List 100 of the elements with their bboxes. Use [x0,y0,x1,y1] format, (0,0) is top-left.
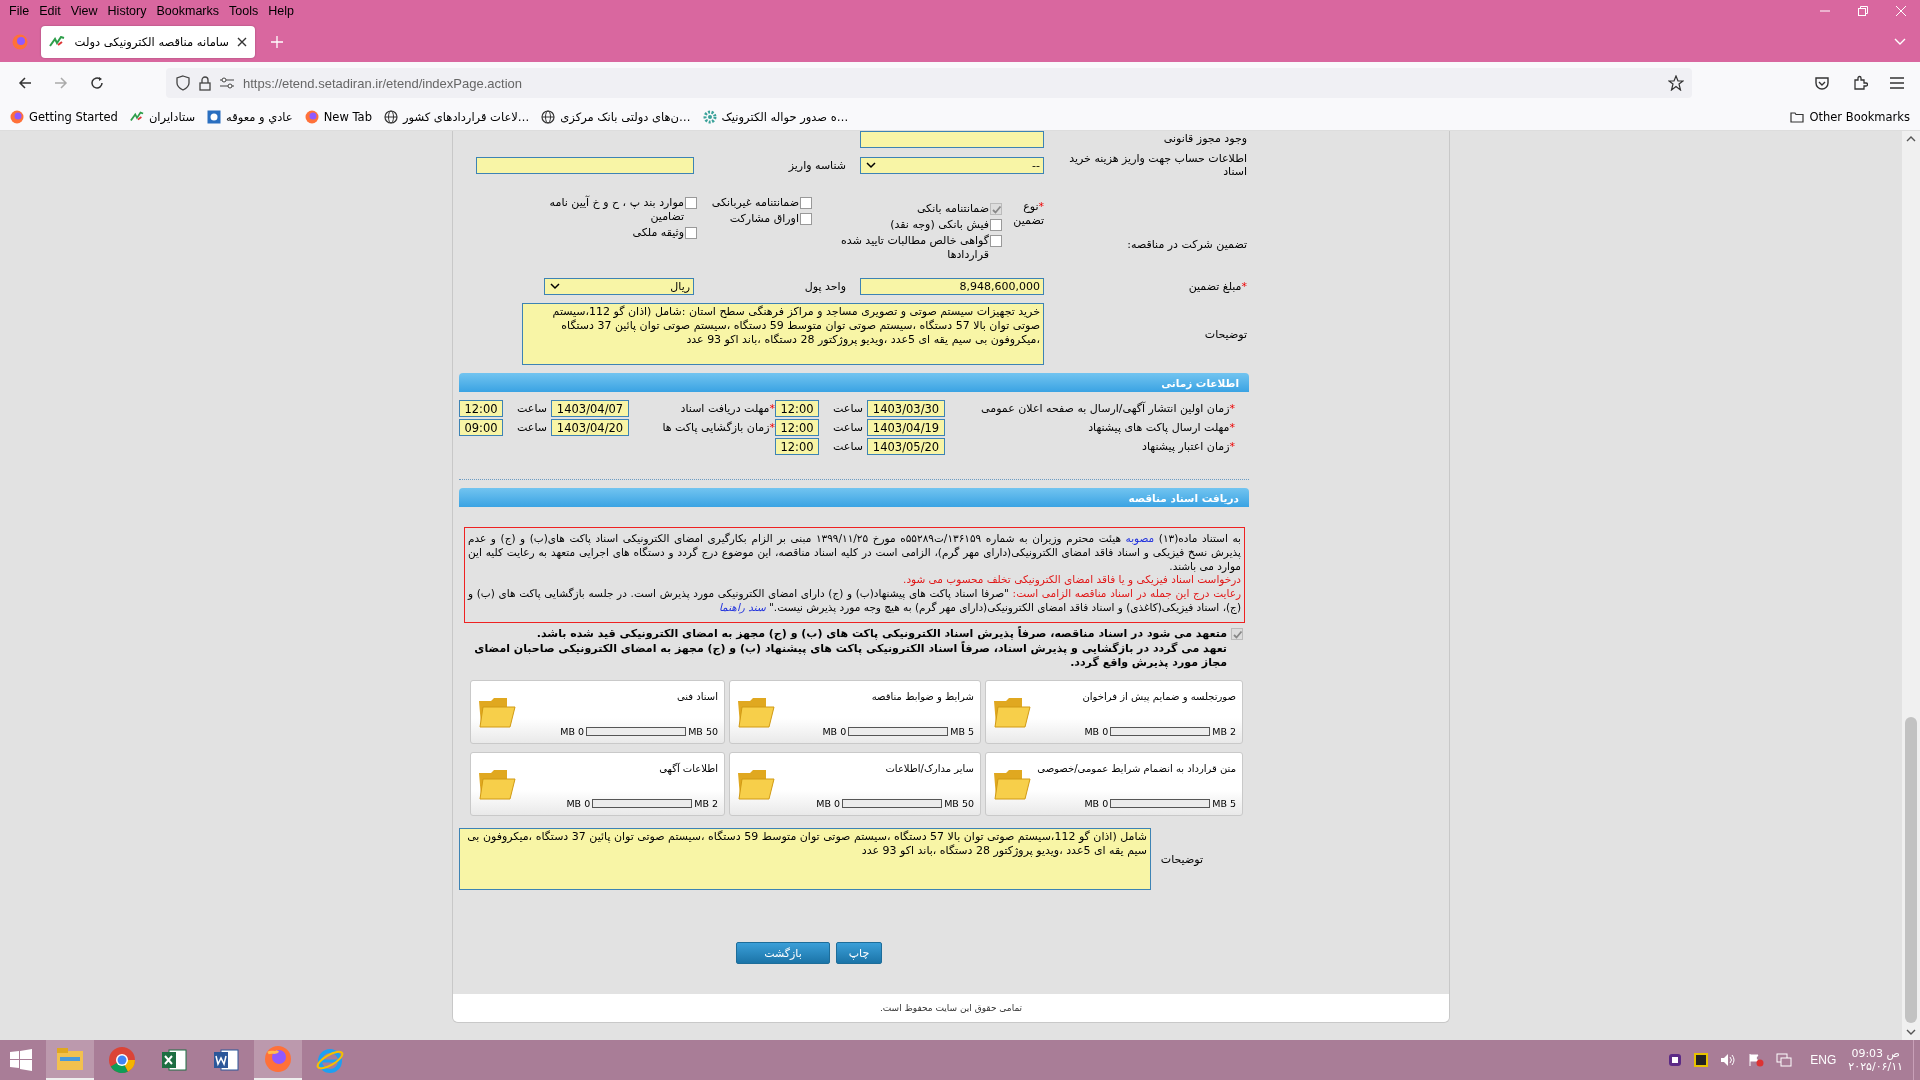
time-field[interactable]: 12:00 [775,400,819,418]
form-button[interactable]: چاپ [836,942,882,965]
time-label: ساعت [832,440,863,454]
size-limit: 5 MB [1212,798,1236,810]
bookmark-item[interactable]: New Tab [304,110,372,124]
lock-icon[interactable] [199,75,211,91]
tray-app-icon[interactable] [1668,1053,1683,1067]
date-field[interactable]: 1403/05/20 [867,438,945,456]
menu-item[interactable]: File [4,4,35,18]
puzzle-icon[interactable] [1852,75,1868,91]
browser-tab[interactable]: سامانه مناقصه الکترونیکی دولت [41,26,255,58]
address-bar[interactable]: https://etend.setadiran.ir/etend/indexPage.action [166,68,1692,98]
file-title: سایر مدارک/اطلاعات [884,763,974,775]
globe-icon [541,110,556,124]
checkbox[interactable] [990,219,1002,232]
time-field[interactable]: 12:00 [459,400,503,418]
menu-icon[interactable] [1890,77,1904,89]
checkbox-label: ضمانتنامه غیربانکی [711,196,799,211]
windows-icon[interactable] [10,1049,32,1071]
field-label: * زمان اولین انتشار آگهی/ارسال به صفحه اعلان عمومی [980,402,1235,416]
size-limit: 50 MB [944,798,974,810]
date-field[interactable]: 1403/03/30 [867,400,945,418]
checkbox[interactable] [800,213,812,226]
size-limit: 50 MB [688,726,718,738]
file-title: شرایط و ضوابط مناقصه [870,691,974,703]
description-field[interactable]: شامل (اذان گو 112،سیستم صوتی توان بالا 57 دستگاه ،سیستم صوتی توان متوسط 59 دستگاه ،سیستم صوتی توان پائین 37 دستگاه ،میکروفون بی سیم یقه ای 5عدد ،ویدیو پروژکتور 28 دستگاه ،باند اکو 93 عدد [459,828,1151,891]
file-title: صورتجلسه و ضمایم پیش از فراخوان [1081,691,1236,703]
menu-item[interactable]: View [65,4,103,18]
commitment-text: تعهد می گردد در بازگشایی و پذیرش اسناد، صرفاً اسناد الکترونیکی پاکت های پیشنهاد (ب) و (ج) مجهز به امضای الکترونیکی صاحبان امضای مجاز مورد پذیرش واقع گردد. [473,641,1227,671]
dropdown[interactable]: ریال [544,278,694,296]
bookmark-item[interactable]: …ن‌های دولتی بانک مرکزی [541,110,691,124]
bookmark-item[interactable]: عادي و معوقه [207,110,293,124]
notice-text: درخواست اسناد فیزیکی و یا فاقد امضای الکترونیکی تخلف محسوب می شود. [902,573,1241,587]
spreadsheet-icon [161,1047,187,1073]
amount-field[interactable]: 8,948,600,000 [860,278,1044,296]
menu-item[interactable]: Help [263,4,299,18]
time-field[interactable]: 09:00 [459,419,503,437]
scroll-thumb[interactable] [1905,717,1917,1023]
text-field[interactable] [860,131,1044,148]
section-header: اطلاعات زمانی [459,373,1249,393]
menu-item[interactable]: Tools [224,4,264,18]
bookmark-item[interactable]: Other Bookmarks [1790,110,1910,124]
checkbox-label: موارد بند پ ، ح و خ آیین نامه تضامین [548,196,684,224]
restore-icon[interactable] [1858,6,1868,16]
folder-icon [736,695,776,730]
new-tab-icon[interactable] [271,36,283,48]
caret-icon [550,283,560,291]
speaker-icon[interactable] [1720,1053,1737,1067]
checkbox[interactable] [800,197,812,210]
field-label: توضیحات [1159,852,1204,866]
date-field[interactable]: 1403/04/20 [551,419,629,437]
flag-icon[interactable] [1748,1053,1765,1067]
time-label: ساعت [516,402,547,416]
close-icon[interactable] [237,37,247,47]
date-field[interactable]: 1403/04/19 [867,419,945,437]
form-button[interactable]: بازگشت [736,942,830,965]
field-label: * زمان اعتبار پیشنهاد [1141,440,1235,454]
scrollbar[interactable] [1902,131,1920,1040]
folder-icon [992,695,1032,730]
file-title: اطلاعات آگهی [658,763,718,775]
field-label: * مهلت دریافت اسناد [679,402,775,416]
pocket-icon[interactable] [1814,75,1830,91]
firefox-icon [264,1045,292,1073]
taskbar-app[interactable] [254,1040,302,1080]
text-field[interactable] [476,156,694,174]
time-field[interactable]: 12:00 [775,419,819,437]
checkbox-label: فیش بانکی (وجه نقد) [890,218,989,232]
file-title: متن قرارداد به انضمام شرایط عمومی/خصوصی [1036,763,1236,775]
shield-icon[interactable] [176,75,190,91]
field-label: * مبلغ تضمین [1187,280,1248,294]
folder-icon [477,695,517,730]
folder-icon [1790,111,1805,123]
menu-item[interactable]: Bookmarks [151,4,224,18]
menu-item[interactable]: Edit [34,4,66,18]
chevron-down-icon[interactable] [1894,38,1906,46]
bookmark-item[interactable]: ستادایران [129,110,196,124]
document-icon [213,1047,239,1073]
forward-icon[interactable] [54,76,68,90]
bookmark-item[interactable]: …لاعات قراردادهای کشور [383,110,530,124]
link[interactable]: مصوبه [1125,532,1155,545]
bookmark-item[interactable]: Getting Started [10,110,118,124]
back-icon[interactable] [18,76,32,90]
date-field[interactable]: 1403/04/07 [551,400,629,418]
sliders-icon[interactable] [220,77,234,89]
star-icon[interactable] [1668,75,1684,91]
checkbox[interactable] [685,226,697,239]
checkbox[interactable] [990,234,1002,247]
dropdown[interactable]: -- [860,156,1044,174]
network-icon[interactable] [1776,1053,1793,1067]
menu-item[interactable]: History [102,4,152,18]
bookmark-item[interactable]: …ه صدور حواله الکترونیک [702,110,849,124]
commitment-text: متعهد می شود در اسناد مناقصه، صرفاً پذیرش اسناد الکترونیکی پاکت های (ب) و (ج) مجهز به امضای الکترونیکی قید شده باشد. [535,627,1227,641]
checkbox[interactable] [685,197,697,210]
field-label: * زمان بازگشایی پاکت ها [661,421,775,435]
link[interactable]: سند راهنما [718,600,766,613]
description-field[interactable]: خرید تجهیزات سیستم صوتی و تصویری مساجد و مراکز فرهنگی سطح استان :شامل (اذان گو 112،سیستم صوتی توان بالا 57 دستگاه ،سیستم صوتی توان متوسط 59 دستگاه ،سیستم صوتی توان پائین 37 دستگاه ،میکروفون بی سیم یقه ای 5عدد ،ویدیو پروژکتور 28 دستگاه ،باند اکو 93 عدد [522,303,1044,366]
tray-app-icon[interactable] [1694,1053,1709,1067]
time-field[interactable]: 12:00 [775,438,819,456]
field-label: توضیحات [1203,327,1248,341]
reload-icon[interactable] [90,76,104,90]
